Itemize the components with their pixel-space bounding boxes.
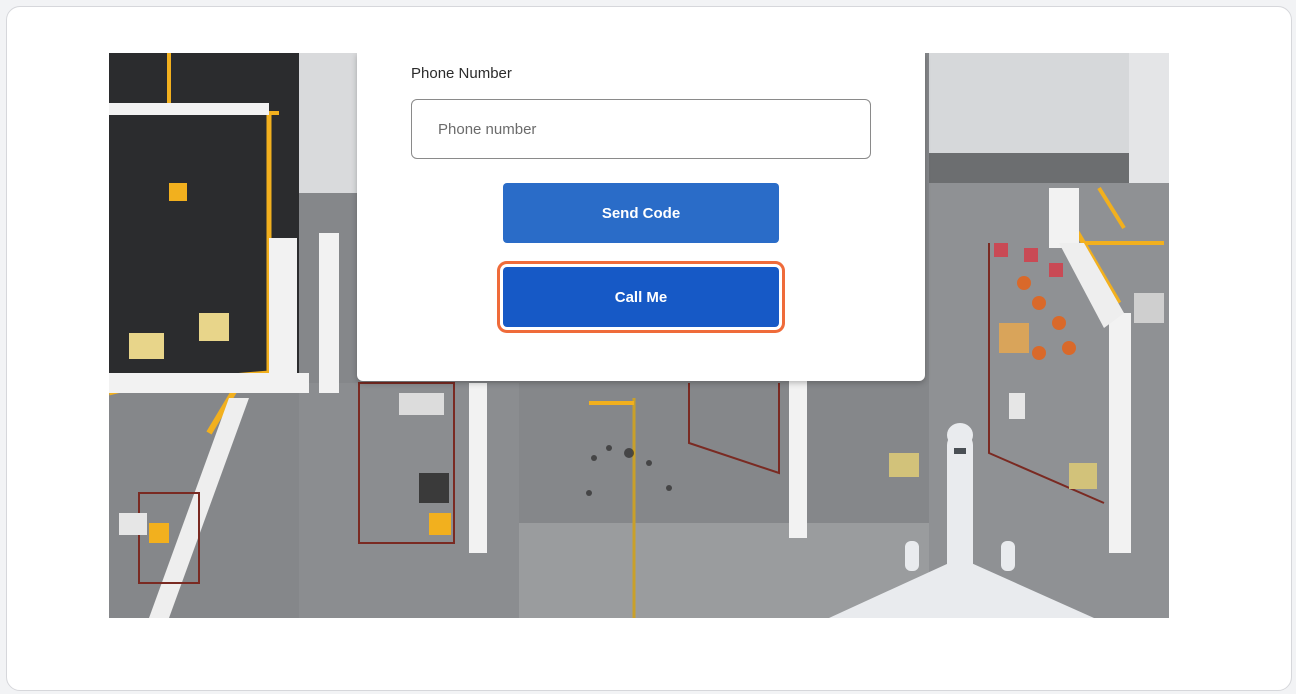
call-me-button[interactable]: Call Me [503,267,779,327]
send-code-button[interactable]: Send Code [503,183,779,243]
phone-verification-card: Phone Number Send Code Call Me [357,53,925,381]
phone-number-input[interactable] [411,99,871,159]
airport-background-image: Phone Number Send Code Call Me [109,53,1169,618]
screenshot-frame: Phone Number Send Code Call Me [6,6,1292,691]
phone-number-label: Phone Number [411,65,512,82]
